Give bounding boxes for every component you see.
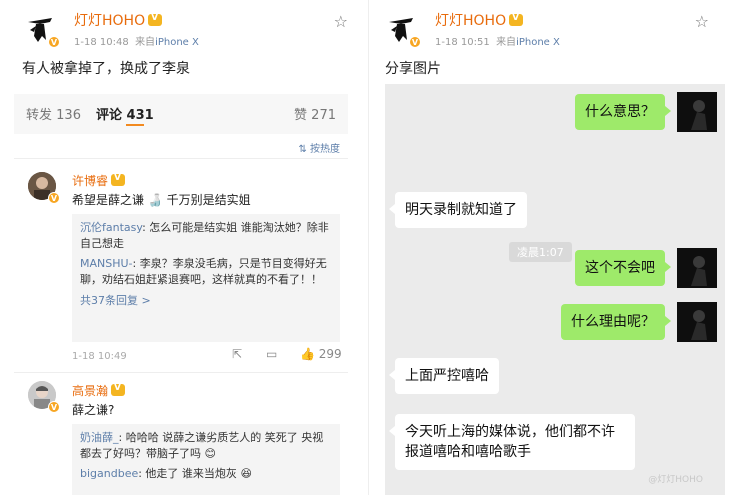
more-replies-link[interactable]: 共37条回复 > [80,292,332,308]
chat-bubble-received: 明天录制就知道了 [389,192,527,228]
username[interactable]: 灯灯HOHO [74,10,163,30]
post-meta: 1-18 10:51 来自iPhone X [435,37,560,48]
chat-bubble-received: 今天听上海的媒体说，他们都不许报道嘻哈和嘻哈歌手 [389,414,635,470]
share-icon[interactable]: ⇱ [232,347,242,361]
vip-crown-icon [148,13,163,26]
vip-crown-icon [509,13,524,26]
smile-emoji-icon: 😊 [204,447,216,460]
chat-bubble-sent: 什么理由呢？ [561,304,671,340]
chat-bubble-sent: 这个不会吧 [575,250,671,286]
tab-repost[interactable]: 转发 136 [26,104,81,123]
chat-bubble-sent: 什么意思？ [575,94,671,130]
vip-crown-icon [111,383,126,396]
post-header: V 灯灯HOHO 1-18 10:51 来自iPhone X ☆ [383,8,713,48]
reply-list: 沉伦fantasy: 怎么可能是结实姐 谁能淘汰她？除非自己想走 MANSHU-… [72,214,340,342]
post-meta: 1-18 10:48 来自iPhone X [74,37,199,48]
watermark: @灯灯HOHO [648,475,703,485]
sort-by-popularity[interactable]: ⇅ 按热度 [298,140,340,155]
right-weibo-post: V 灯灯HOHO 1-18 10:51 来自iPhone X ☆ 分享图片 什么… [368,0,737,495]
star-icon[interactable]: ☆ [695,12,709,31]
tab-likes[interactable]: 赞 271 [294,104,336,123]
left-weibo-post: V 灯灯HOHO 1-18 10:48 来自iPhone X ☆ 有人被拿掉了，… [0,0,362,495]
chat-timestamp: 凌晨1:07 [509,242,572,262]
chat-avatar [677,302,717,342]
comment-time: 1-18 10:49 [72,351,127,362]
reply-item: 沉伦fantasy: 怎么可能是结实姐 谁能淘汰她？除非自己想走 [80,221,329,250]
reply-icon[interactable]: ▭ [266,347,277,361]
verified-badge: V [48,401,60,413]
comment-username[interactable]: 高景瀚 [72,382,126,399]
post-text: 分享图片 [385,61,441,77]
divider [14,372,348,373]
post-text: 有人被拿掉了，换成了李泉 [22,61,190,77]
reply-item: 奶油薛_: 哈哈哈 说薛之谦劣质艺人的 笑死了 央视都去了好吗？带脑子了吗 😊 [80,431,324,460]
post-stats-bar: 转发 136 评论 431 赞 271 [14,94,348,134]
grin-emoji-icon: 😆 [240,467,252,480]
post-header: V 灯灯HOHO 1-18 10:48 来自iPhone X ☆ [22,8,352,48]
chat-avatar [677,92,717,132]
thumbs-up-icon: 👍 [300,347,315,361]
username[interactable]: 灯灯HOHO [435,10,524,30]
divider [14,158,348,159]
chat-screenshot[interactable]: 什么意思？ 凌晨1:07 明天录制就知道了 这个不会吧 什么理由呢？ 上面严控嘻… [385,84,725,495]
vip-crown-icon [111,173,126,186]
comment-username[interactable]: 许博睿 [72,172,126,189]
reply-item: MANSHU-: 李泉？李泉没毛病，只是节目变得好无聊，劝结石姐赶紧退赛吧，这样… [80,257,327,286]
chat-avatar [677,248,717,288]
verified-badge: V [409,36,421,48]
verified-badge: V [48,192,60,204]
tab-comments[interactable]: 评论 431 [96,104,154,123]
chat-bubble-received: 上面严控嘻哈 [389,358,499,394]
like-button[interactable]: 👍 299 [300,347,342,361]
reply-item: bigandbee: 他走了 谁来当炮灰 😆 [80,467,252,480]
active-tab-indicator [126,124,144,126]
comment-text: 希望是薛之谦 🍶 千万别是结实姐 [72,193,251,207]
comment-text: 薛之谦? [72,403,115,417]
verified-badge: V [48,36,60,48]
bottle-emoji-icon: 🍶 [147,193,163,207]
star-icon[interactable]: ☆ [334,12,348,31]
reply-list: 奶油薛_: 哈哈哈 说薛之谦劣质艺人的 笑死了 央视都去了好吗？带脑子了吗 😊 … [72,424,340,495]
